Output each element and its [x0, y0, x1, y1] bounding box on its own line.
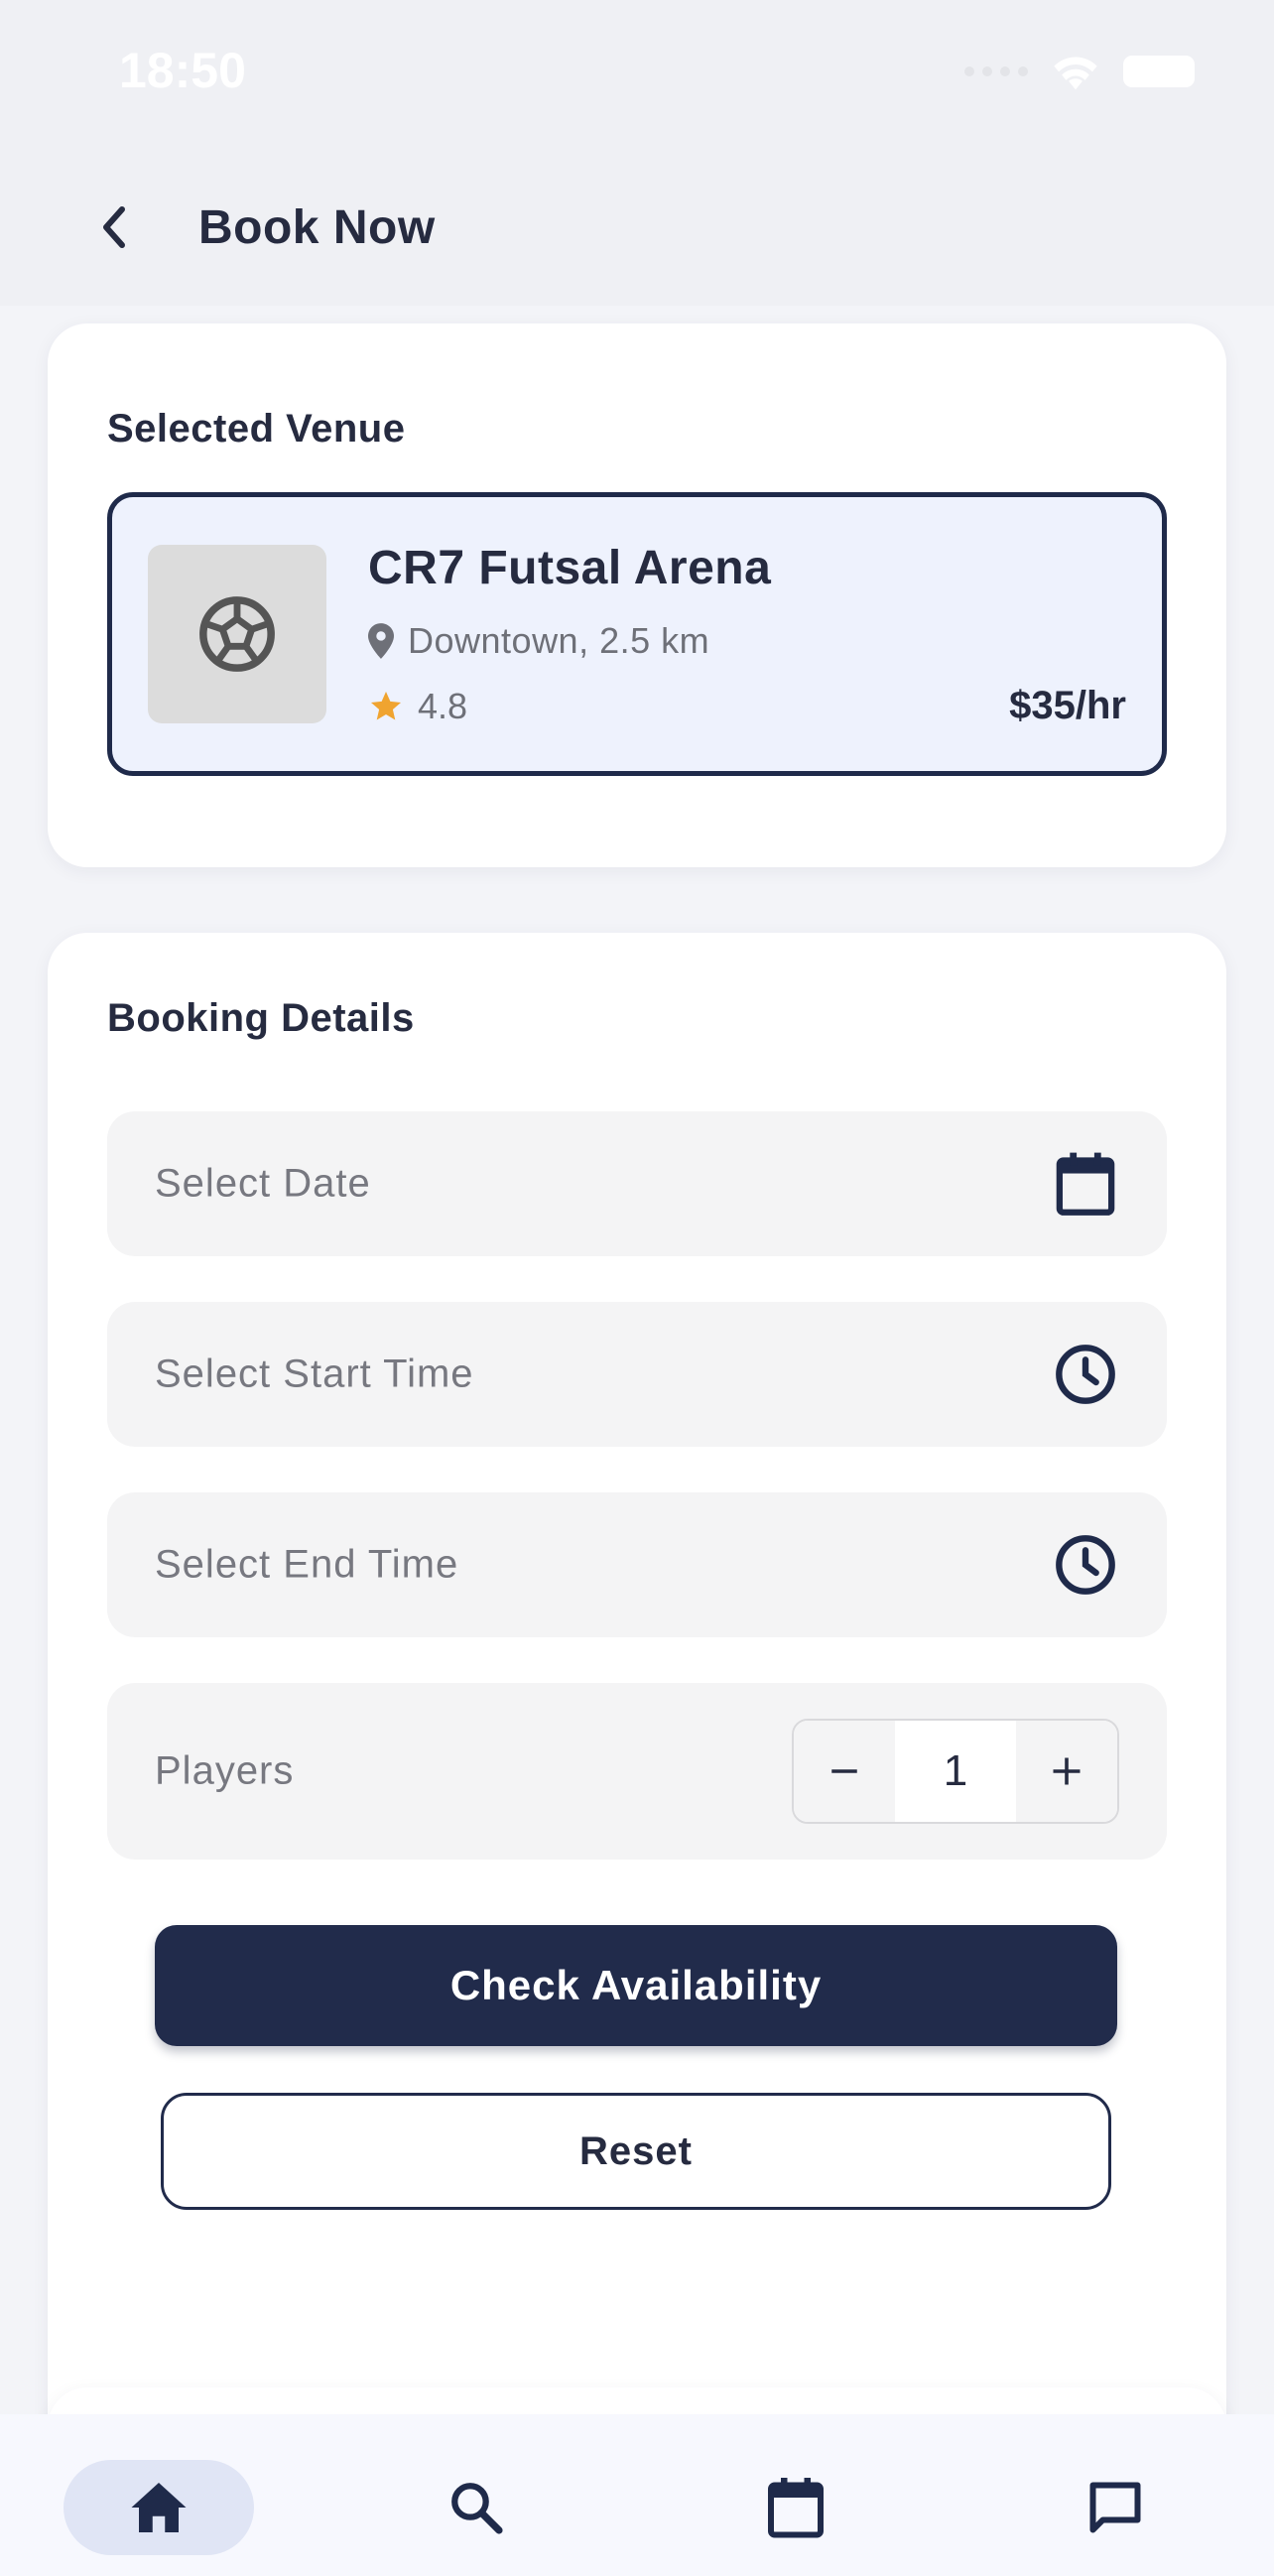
start-time-field-placeholder: Select Start Time — [155, 1352, 474, 1396]
increment-button[interactable] — [1016, 1721, 1117, 1822]
selected-venue-card: Selected Venue CR7 Futsal Arena Downtown… — [48, 323, 1226, 867]
decrement-button[interactable] — [794, 1721, 895, 1822]
players-count: 1 — [943, 1746, 968, 1795]
end-time-field[interactable]: Select End Time — [107, 1492, 1167, 1637]
venue-location: Downtown, 2.5 km — [368, 620, 709, 662]
nav-bookings[interactable] — [701, 2460, 891, 2555]
venue-location-text: Downtown, 2.5 km — [408, 620, 710, 661]
soccer-ball-icon — [199, 596, 275, 672]
venue-thumbnail — [148, 545, 326, 723]
status-time: 18:50 — [119, 43, 246, 98]
star-icon — [371, 692, 401, 720]
signal-icon — [964, 66, 1028, 76]
venue-name: CR7 Futsal Arena — [368, 542, 772, 594]
plus-icon — [1053, 1757, 1081, 1785]
bottom-nav — [0, 2414, 1274, 2576]
check-availability-button[interactable]: Check Availability — [155, 1925, 1117, 2046]
selected-venue-title: Selected Venue — [107, 407, 406, 451]
venue-rating-value: 4.8 — [418, 686, 468, 726]
venue-item[interactable]: CR7 Futsal Arena Downtown, 2.5 km 4.8 $3… — [107, 492, 1167, 776]
nav-home[interactable] — [64, 2460, 254, 2555]
nav-search[interactable] — [381, 2460, 572, 2555]
scroll-content[interactable]: Selected Venue CR7 Futsal Arena Downtown… — [0, 306, 1274, 2414]
date-field-placeholder: Select Date — [155, 1161, 371, 1206]
calendar-icon — [1054, 1152, 1117, 1216]
location-pin-icon — [368, 623, 394, 659]
status-icons — [964, 52, 1195, 91]
nav-messages[interactable] — [1020, 2460, 1210, 2555]
calendar-icon — [768, 2478, 824, 2538]
status-bar: 18:50 — [0, 0, 1274, 149]
wifi-icon — [1054, 57, 1097, 90]
page-title: Book Now — [198, 201, 436, 254]
chevron-left-icon — [103, 206, 125, 248]
players-label: Players — [155, 1748, 295, 1793]
venue-price: $35/hr — [1009, 684, 1126, 727]
date-field[interactable]: Select Date — [107, 1111, 1167, 1256]
back-button[interactable] — [87, 196, 139, 258]
clock-icon — [1054, 1533, 1117, 1597]
minus-icon — [831, 1769, 857, 1773]
end-time-field-placeholder: Select End Time — [155, 1542, 459, 1587]
players-stepper[interactable]: 1 — [792, 1719, 1119, 1824]
clock-icon — [1054, 1343, 1117, 1406]
search-icon — [451, 2483, 503, 2534]
app-header: Book Now — [0, 149, 1274, 306]
battery-icon — [1123, 56, 1195, 87]
reset-button[interactable]: Reset — [161, 2093, 1111, 2210]
chat-icon — [1089, 2482, 1141, 2533]
players-field: Players 1 — [107, 1683, 1167, 1860]
booking-details-card: Booking Details Select Date Select Start… — [48, 933, 1226, 2414]
booking-details-title: Booking Details — [107, 996, 415, 1040]
start-time-field[interactable]: Select Start Time — [107, 1302, 1167, 1447]
venue-rating: 4.8 — [368, 686, 467, 727]
home-icon — [131, 2483, 187, 2532]
next-card — [48, 2387, 1226, 2414]
